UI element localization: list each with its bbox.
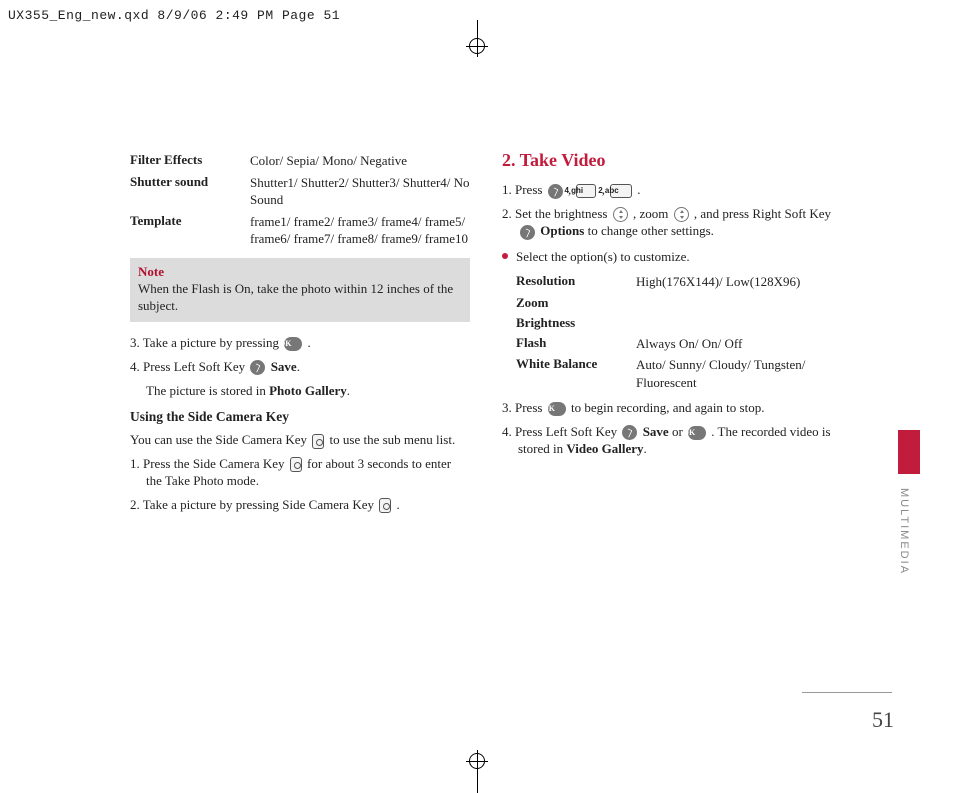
text-bold: Save xyxy=(271,359,297,374)
registration-mark xyxy=(469,753,485,769)
setting-value: Always On/ On/ Off xyxy=(636,335,842,353)
text-bold: Options xyxy=(540,223,584,238)
text-bold: Video Gallery xyxy=(566,441,643,456)
bullet-line: Select the option(s) to customize. xyxy=(502,248,842,266)
side-step-2: 2. Take a picture by pressing Side Camer… xyxy=(130,496,470,514)
video-step-2: 2. Set the brightness , zoom , and press… xyxy=(502,205,842,240)
section-label: MULTIMEDIA xyxy=(898,488,910,575)
camera-key-icon xyxy=(379,498,391,513)
soft-key-icon xyxy=(548,184,563,199)
setting-label: Flash xyxy=(516,335,636,353)
text: to change other settings. xyxy=(588,223,714,238)
text: . xyxy=(347,383,350,398)
footer-rule xyxy=(802,692,892,693)
text-bold: Photo Gallery xyxy=(269,383,347,398)
soft-key-icon xyxy=(520,225,535,240)
text: . xyxy=(637,182,640,197)
soft-key-icon xyxy=(622,425,637,440)
text: 4. Press Left Soft Key xyxy=(130,359,248,374)
ok-icon: OK xyxy=(688,426,706,440)
table-row: Template frame1/ frame2/ frame3/ frame4/… xyxy=(130,211,470,250)
nav-key-icon xyxy=(613,207,628,222)
video-step-1: 1. Press , 4 ghi , 2 abc . xyxy=(502,181,842,199)
setting-value: Auto/ Sunny/ Cloudy/ Tungsten/ Fluoresce… xyxy=(636,356,842,391)
side-tab: MULTIMEDIA xyxy=(898,430,920,575)
text: You can use the Side Camera Key xyxy=(130,432,310,447)
text-bold: Save xyxy=(643,424,669,439)
text: , zoom xyxy=(633,206,672,221)
registration-mark xyxy=(469,38,485,54)
text: 2. Take a picture by pressing Side Camer… xyxy=(130,497,377,512)
setting-label: Filter Effects xyxy=(130,152,250,170)
text: 2. Set the brightness xyxy=(502,206,611,221)
text: 1. Press the Side Camera Key xyxy=(130,456,288,471)
setting-value: High(176X144)/ Low(128X96) xyxy=(636,273,842,291)
section-heading: 2. Take Video xyxy=(502,150,842,171)
side-step-1: 1. Press the Side Camera Key for about 3… xyxy=(130,455,470,490)
soft-key-icon xyxy=(250,360,265,375)
setting-value xyxy=(636,315,842,331)
video-step-4: 4. Press Left Soft Key Save or OK . The … xyxy=(502,423,842,458)
subheading: Using the Side Camera Key xyxy=(130,409,470,425)
setting-value: frame1/ frame2/ frame3/ frame4/ frame5/ … xyxy=(250,213,470,248)
step-4: 4. Press Left Soft Key Save. xyxy=(130,358,470,376)
table-row: Shutter sound Shutter1/ Shutter2/ Shutte… xyxy=(130,172,470,211)
camera-key-icon xyxy=(290,457,302,472)
step-3: 3. Take a picture by pressing OK . xyxy=(130,334,470,352)
text: 3. Take a picture by pressing xyxy=(130,335,282,350)
text: , and press Right Soft Key xyxy=(694,206,831,221)
text: 1. Press xyxy=(502,182,546,197)
text: . xyxy=(308,335,311,350)
setting-value: Shutter1/ Shutter2/ Shutter3/ Shutter4/ … xyxy=(250,174,470,209)
print-slug: UX355_Eng_new.qxd 8/9/06 2:49 PM Page 51 xyxy=(8,8,340,23)
ok-icon: OK xyxy=(548,402,566,416)
table-row: Resolution High(176X144)/ Low(128X96) xyxy=(516,271,842,293)
note-heading: Note xyxy=(138,264,164,279)
page-content: Filter Effects Color/ Sepia/ Mono/ Negat… xyxy=(0,0,954,519)
paragraph: You can use the Side Camera Key to use t… xyxy=(130,431,470,449)
setting-value: Color/ Sepia/ Mono/ Negative xyxy=(250,152,470,170)
text: . xyxy=(297,359,300,374)
video-settings-table: Resolution High(176X144)/ Low(128X96) Zo… xyxy=(502,271,842,393)
note-body: When the Flash is On, take the photo wit… xyxy=(138,281,453,313)
setting-label: Template xyxy=(130,213,250,248)
video-step-3: 3. Press OK to begin recording, and agai… xyxy=(502,399,842,417)
setting-label: Zoom xyxy=(516,295,636,311)
setting-label: Resolution xyxy=(516,273,636,291)
setting-value xyxy=(636,295,842,311)
table-row: Filter Effects Color/ Sepia/ Mono/ Negat… xyxy=(130,150,470,172)
step-4-sub: The picture is stored in Photo Gallery. xyxy=(130,382,470,400)
keypad-4-icon: 4 ghi xyxy=(576,184,596,199)
text: The picture is stored in xyxy=(146,383,269,398)
keypad-2-icon: 2 abc xyxy=(610,184,632,199)
table-row: White Balance Auto/ Sunny/ Cloudy/ Tungs… xyxy=(516,354,842,393)
text: Select the option(s) to customize. xyxy=(516,249,690,264)
setting-label: White Balance xyxy=(516,356,636,391)
nav-key-icon xyxy=(674,207,689,222)
setting-label: Shutter sound xyxy=(130,174,250,209)
text: 4. Press Left Soft Key xyxy=(502,424,620,439)
setting-label: Brightness xyxy=(516,315,636,331)
left-column: Filter Effects Color/ Sepia/ Mono/ Negat… xyxy=(130,150,470,519)
text: 3. Press xyxy=(502,400,546,415)
text: . xyxy=(644,441,647,456)
page-number: 51 xyxy=(872,707,894,733)
camera-key-icon xyxy=(312,434,324,449)
section-color-bar xyxy=(898,430,920,474)
table-row: Brightness xyxy=(516,313,842,333)
table-row: Flash Always On/ On/ Off xyxy=(516,333,842,355)
note-box: Note When the Flash is On, take the phot… xyxy=(130,258,470,323)
text: . xyxy=(396,497,399,512)
text: to begin recording, and again to stop. xyxy=(571,400,765,415)
photo-settings-table: Filter Effects Color/ Sepia/ Mono/ Negat… xyxy=(130,150,470,250)
right-column: 2. Take Video 1. Press , 4 ghi , 2 abc .… xyxy=(502,150,842,519)
ok-icon: OK xyxy=(284,337,302,351)
table-row: Zoom xyxy=(516,293,842,313)
text: to use the sub menu list. xyxy=(330,432,456,447)
